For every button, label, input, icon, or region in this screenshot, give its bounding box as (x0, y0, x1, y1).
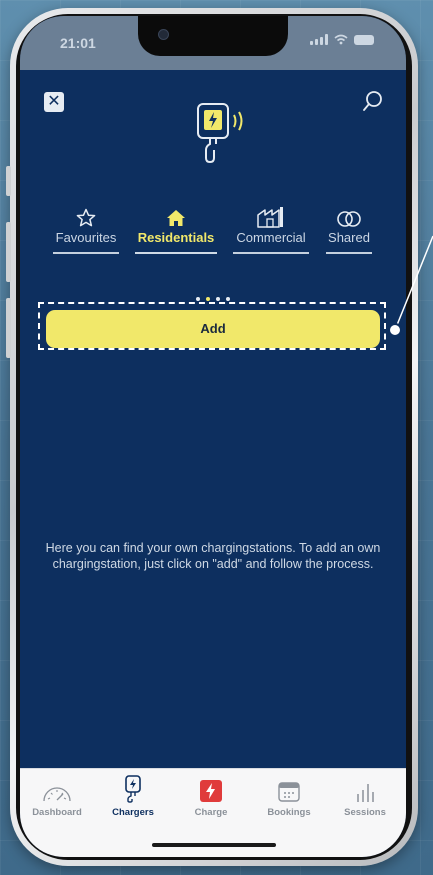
callout-pointer (388, 235, 433, 337)
